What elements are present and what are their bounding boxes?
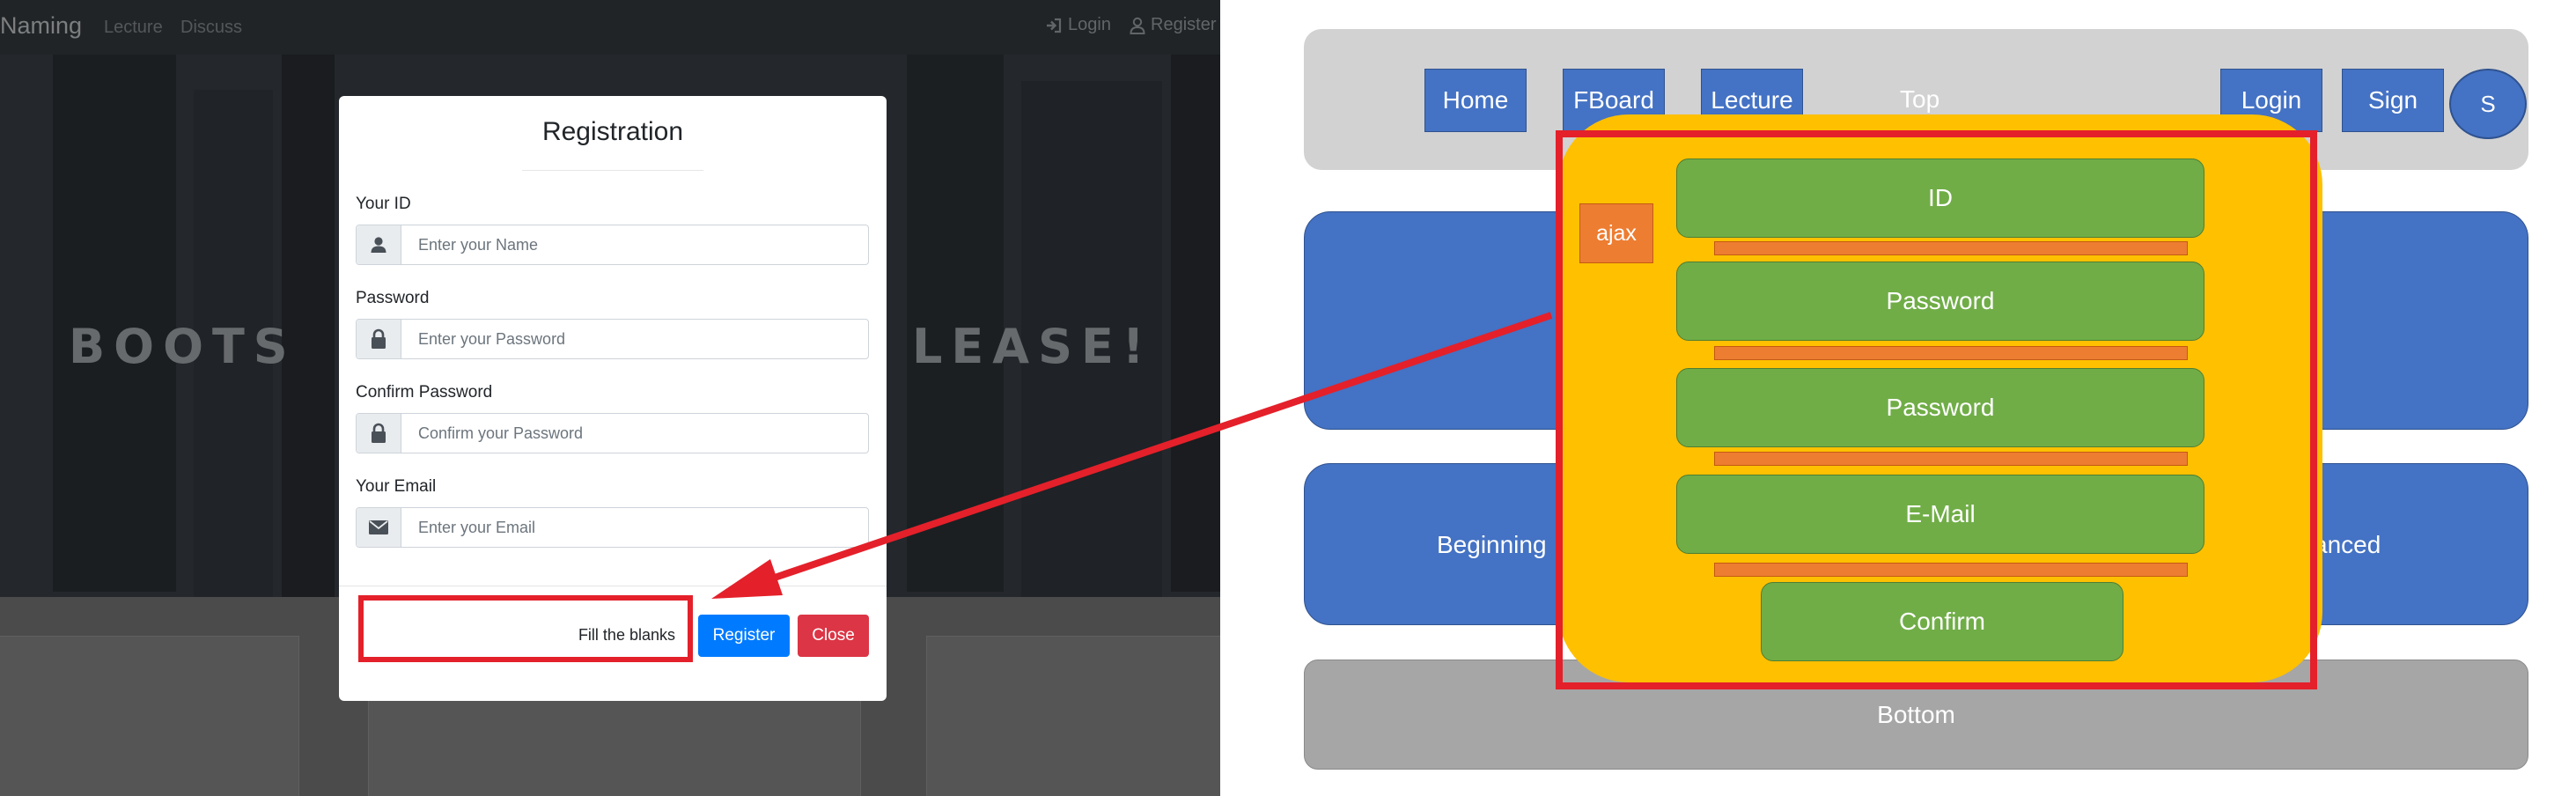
email-input[interactable]: Enter your Email [356, 507, 869, 548]
register-button[interactable]: Register [698, 615, 790, 657]
password-addon [357, 320, 401, 358]
field-label-confirm-password: Confirm Password [356, 383, 493, 402]
popup-highlight-box [1556, 130, 2317, 689]
wf-sign-button: Sign [2342, 69, 2444, 132]
field-label-id: Your ID [356, 195, 411, 213]
wf-beginning-label: Beginning [1437, 531, 1547, 558]
user-icon [371, 237, 386, 253]
field-label-password: Password [356, 289, 430, 307]
envelope-icon [369, 520, 388, 534]
lock-icon [372, 423, 386, 443]
field-label-email: Your Email [356, 477, 437, 496]
close-button[interactable]: Close [798, 615, 869, 657]
message-highlight-box [358, 595, 693, 662]
wf-advanced-label: anced [2314, 531, 2381, 558]
password-placeholder: Enter your Password [418, 330, 566, 348]
password-input[interactable]: Enter your Password [356, 319, 869, 359]
email-addon [357, 508, 401, 547]
website-screenshot: Naming Lecture Discuss Login Register BO… [0, 0, 1220, 796]
confirm-password-addon [357, 414, 401, 453]
confirm-password-input[interactable]: Confirm your Password [356, 413, 869, 453]
wf-top-label: Top [1900, 85, 1940, 113]
id-placeholder: Enter your Name [418, 236, 539, 254]
title-divider [522, 170, 703, 171]
id-input[interactable]: Enter your Name [356, 225, 869, 265]
lock-icon [372, 328, 386, 349]
confirm-password-placeholder: Confirm your Password [418, 424, 584, 442]
wf-avatar-circle: S [2449, 69, 2527, 139]
wf-bottom-label: Bottom [1877, 701, 1955, 728]
id-addon [357, 225, 401, 264]
modal-title: Registration [541, 117, 684, 146]
wf-home-button: Home [1424, 69, 1527, 132]
email-placeholder: Enter your Email [418, 519, 536, 536]
